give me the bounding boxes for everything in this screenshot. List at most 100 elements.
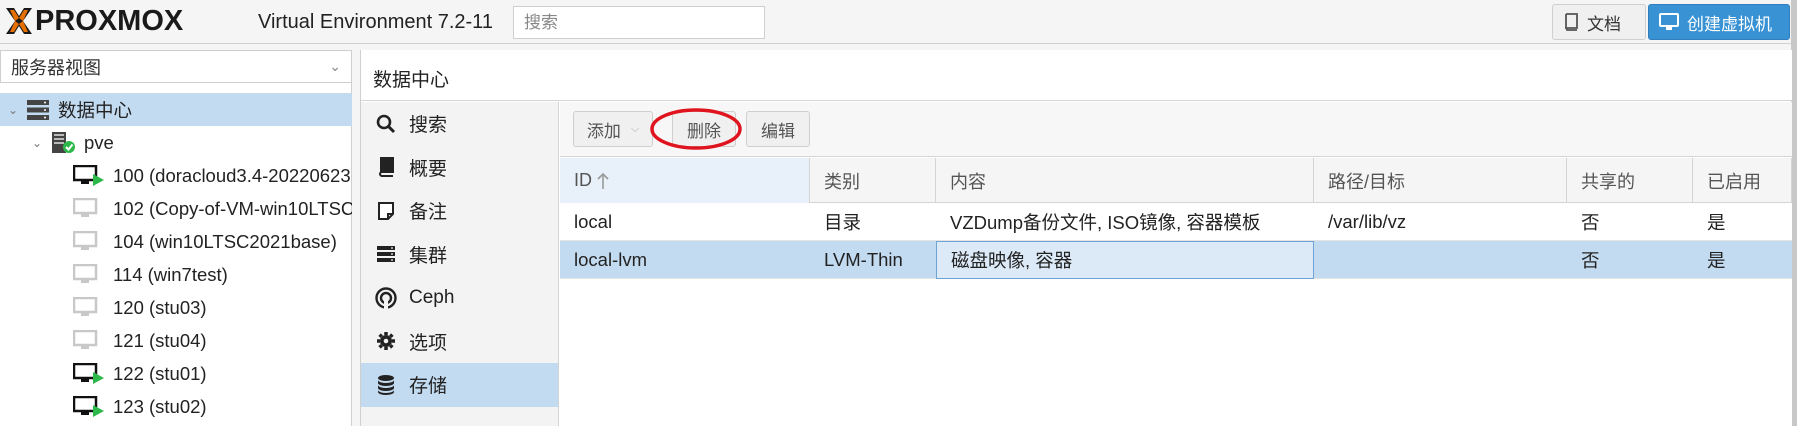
menu-item-options[interactable]: 选项 xyxy=(361,320,558,364)
sort-ascending-icon xyxy=(597,172,609,189)
collapse-arrow-icon[interactable]: ⌄ xyxy=(6,103,20,117)
content-panel: 数据中心 搜索 概要 备注 集群 Ceph 选项 存储 添加 ⌵ 删除 编辑 I… xyxy=(360,50,1792,426)
storage-table: ID 类别 内容 路径/目标 共享的 已启用 local 目录 VZDump备份… xyxy=(560,158,1792,279)
remove-label: 删除 xyxy=(687,121,721,141)
column-header-enabled[interactable]: 已启用 xyxy=(1693,158,1792,203)
column-header-shared[interactable]: 共享的 xyxy=(1567,158,1693,203)
menu-item-label: 备注 xyxy=(409,202,448,224)
tree-item-label: 100 (doracloud3.4-20220623 xyxy=(113,164,351,186)
cell-shared: 否 xyxy=(1581,212,1600,233)
cell-id: local-lvm xyxy=(574,249,647,270)
add-button[interactable]: 添加 ⌵ xyxy=(573,111,653,147)
top-bar: PROXMOX Virtual Environment 7.2-11 文档 创建… xyxy=(0,0,1797,44)
tree-item-label: 123 (stu02) xyxy=(113,395,207,417)
column-header-label: ID xyxy=(574,170,592,190)
menu-item-label: 搜索 xyxy=(409,115,448,137)
node-online-icon xyxy=(50,131,76,155)
tree-item-label: 114 (win7test) xyxy=(113,263,228,285)
monitor-icon xyxy=(1659,13,1679,30)
view-selector[interactable]: 服务器视图 ⌄ xyxy=(0,50,352,83)
vm-running-icon xyxy=(73,164,105,187)
datacenter-menu: 搜索 概要 备注 集群 Ceph 选项 存储 xyxy=(361,102,559,426)
column-header-type[interactable]: 类别 xyxy=(810,158,936,203)
tree-item-label: 121 (stu04) xyxy=(113,329,207,351)
edit-button[interactable]: 编辑 xyxy=(746,111,810,147)
tree-item-vm-122[interactable]: 122 (stu01) xyxy=(0,357,352,390)
create-vm-button[interactable]: 创建虚拟机 xyxy=(1648,4,1790,40)
vm-stopped-icon xyxy=(73,329,105,352)
cell-path xyxy=(1314,241,1567,279)
menu-item-cutoff xyxy=(361,407,558,417)
tree-item-vm-120[interactable]: 120 (stu03) xyxy=(0,291,352,324)
tree-item-label: 122 (stu01) xyxy=(113,362,207,384)
edit-label: 编辑 xyxy=(761,121,795,141)
vm-running-icon xyxy=(73,395,105,418)
resource-tree: ⌄ 数据中心 ⌄ pve 100 (doracloud3.4-20220623 … xyxy=(0,93,352,423)
storage-view: 添加 ⌵ 删除 编辑 ID 类别 内容 路径/目标 共享的 已启用 local … xyxy=(560,102,1792,426)
note-icon xyxy=(375,200,397,222)
menu-item-cluster[interactable]: 集群 xyxy=(361,233,558,277)
menu-item-notes[interactable]: 备注 xyxy=(361,189,558,233)
tree-item-label: 102 (Copy-of-VM-win10LTSC xyxy=(113,197,352,219)
tree-item-datacenter[interactable]: ⌄ 数据中心 xyxy=(0,93,352,126)
add-label: 添加 xyxy=(586,121,621,141)
book-icon xyxy=(375,156,397,178)
column-header-content[interactable]: 内容 xyxy=(936,158,1314,203)
documentation-button[interactable]: 文档 xyxy=(1552,4,1646,40)
menu-item-search[interactable]: 搜索 xyxy=(361,102,558,146)
tree-item-vm-123[interactable]: 123 (stu02) xyxy=(0,390,352,423)
cell-content: VZDump备份文件, ISO镜像, 容器模板 xyxy=(950,212,1261,233)
table-row[interactable]: local-lvm LVM-Thin 磁盘映像, 容器 否 是 xyxy=(560,241,1792,279)
view-selector-value: 服务器视图 xyxy=(11,57,101,78)
tree-item-node-pve[interactable]: ⌄ pve xyxy=(0,126,352,159)
tree-item-vm-114[interactable]: 114 (win7test) xyxy=(0,258,352,291)
proxmox-x-icon xyxy=(6,8,32,34)
database-icon xyxy=(375,374,397,396)
tree-item-vm-102[interactable]: 102 (Copy-of-VM-win10LTSC xyxy=(0,192,352,225)
tree-item-label: pve xyxy=(84,131,114,153)
table-row[interactable]: local 目录 VZDump备份文件, ISO镜像, 容器模板 /var/li… xyxy=(560,203,1792,241)
vm-stopped-icon xyxy=(73,197,105,220)
menu-item-label: 选项 xyxy=(409,332,448,354)
resource-tree-panel: 服务器视图 ⌄ ⌄ 数据中心 ⌄ pve 100 (doracloud3.4-2… xyxy=(0,50,352,426)
tree-item-label: 120 (stu03) xyxy=(113,296,207,318)
version-label: Virtual Environment 7.2-11 xyxy=(258,11,493,33)
tree-item-vm-121[interactable]: 121 (stu04) xyxy=(0,324,352,357)
menu-item-label: 存储 xyxy=(409,376,448,398)
column-header-label: 共享的 xyxy=(1581,171,1635,192)
menu-item-label: 集群 xyxy=(409,245,448,267)
datacenter-icon xyxy=(26,99,50,121)
chevron-down-icon: ⌄ xyxy=(329,58,341,74)
tree-item-label: 数据中心 xyxy=(58,99,133,121)
collapse-arrow-icon[interactable]: ⌄ xyxy=(30,136,44,150)
remove-button[interactable]: 删除 xyxy=(672,111,736,147)
menu-item-storage[interactable]: 存储 xyxy=(361,363,558,407)
cluster-icon xyxy=(375,243,397,265)
tree-item-vm-104[interactable]: 104 (win10LTSC2021base) xyxy=(0,225,352,258)
menu-item-label: Ceph xyxy=(409,286,455,308)
cell-type: 目录 xyxy=(824,212,862,233)
ceph-icon xyxy=(375,287,397,309)
cell-path: /var/lib/vz xyxy=(1328,211,1407,232)
cell-enabled: 是 xyxy=(1707,212,1726,233)
vm-stopped-icon xyxy=(73,230,105,253)
tree-item-vm-100[interactable]: 100 (doracloud3.4-20220623 xyxy=(0,159,352,192)
column-header-path[interactable]: 路径/目标 xyxy=(1314,158,1567,203)
menu-item-ceph[interactable]: Ceph xyxy=(361,276,558,320)
vm-running-icon xyxy=(73,362,105,385)
menu-item-label: 概要 xyxy=(409,158,448,180)
global-search-input[interactable] xyxy=(513,6,765,39)
cell-enabled: 是 xyxy=(1707,250,1726,271)
cell-content: 磁盘映像, 容器 xyxy=(936,241,1314,279)
chevron-down-icon: ⌵ xyxy=(630,122,640,135)
search-icon xyxy=(375,113,397,135)
column-header-id[interactable]: ID xyxy=(560,158,810,203)
storage-toolbar: 添加 ⌵ 删除 编辑 xyxy=(560,102,1792,157)
menu-item-summary[interactable]: 概要 xyxy=(361,146,558,190)
column-header-label: 内容 xyxy=(950,171,986,192)
vm-stopped-icon xyxy=(73,296,105,319)
gear-icon xyxy=(375,330,397,352)
page-title: 数据中心 xyxy=(361,50,1792,101)
create-vm-label: 创建虚拟机 xyxy=(1687,14,1772,34)
proxmox-logo: PROXMOX xyxy=(4,4,183,38)
